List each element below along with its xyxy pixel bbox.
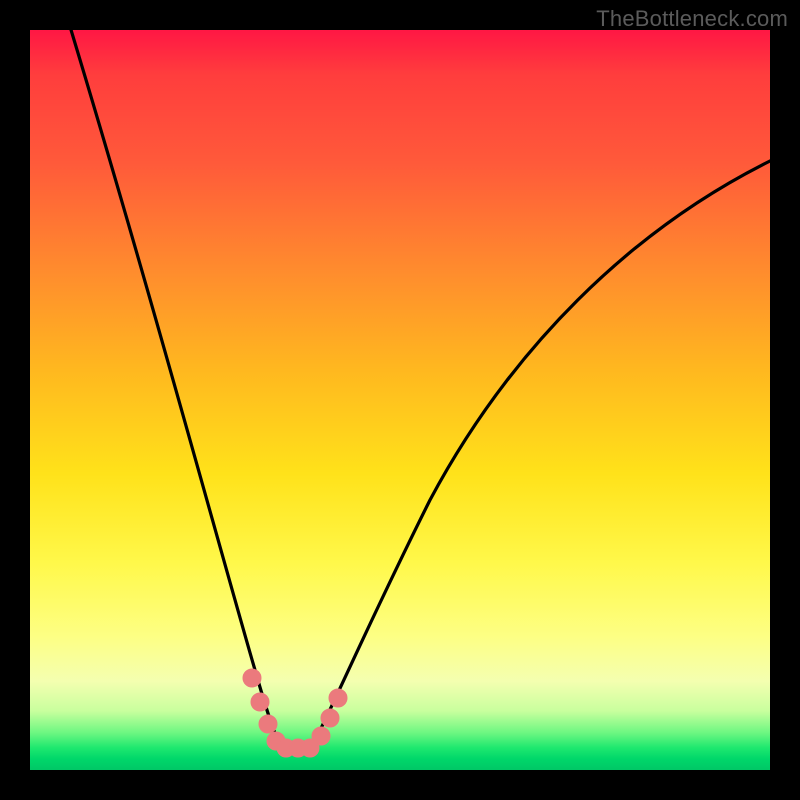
chart-frame: TheBottleneck.com (0, 0, 800, 800)
min-marker-group (243, 669, 347, 757)
bottleneck-curve (65, 30, 770, 748)
marker-dot (312, 727, 330, 745)
marker-dot (329, 689, 347, 707)
marker-dot (251, 693, 269, 711)
marker-dot (321, 709, 339, 727)
plot-area (30, 30, 770, 770)
marker-dot (259, 715, 277, 733)
marker-dot (243, 669, 261, 687)
bottleneck-curve-svg (30, 30, 770, 770)
watermark-text: TheBottleneck.com (596, 6, 788, 32)
